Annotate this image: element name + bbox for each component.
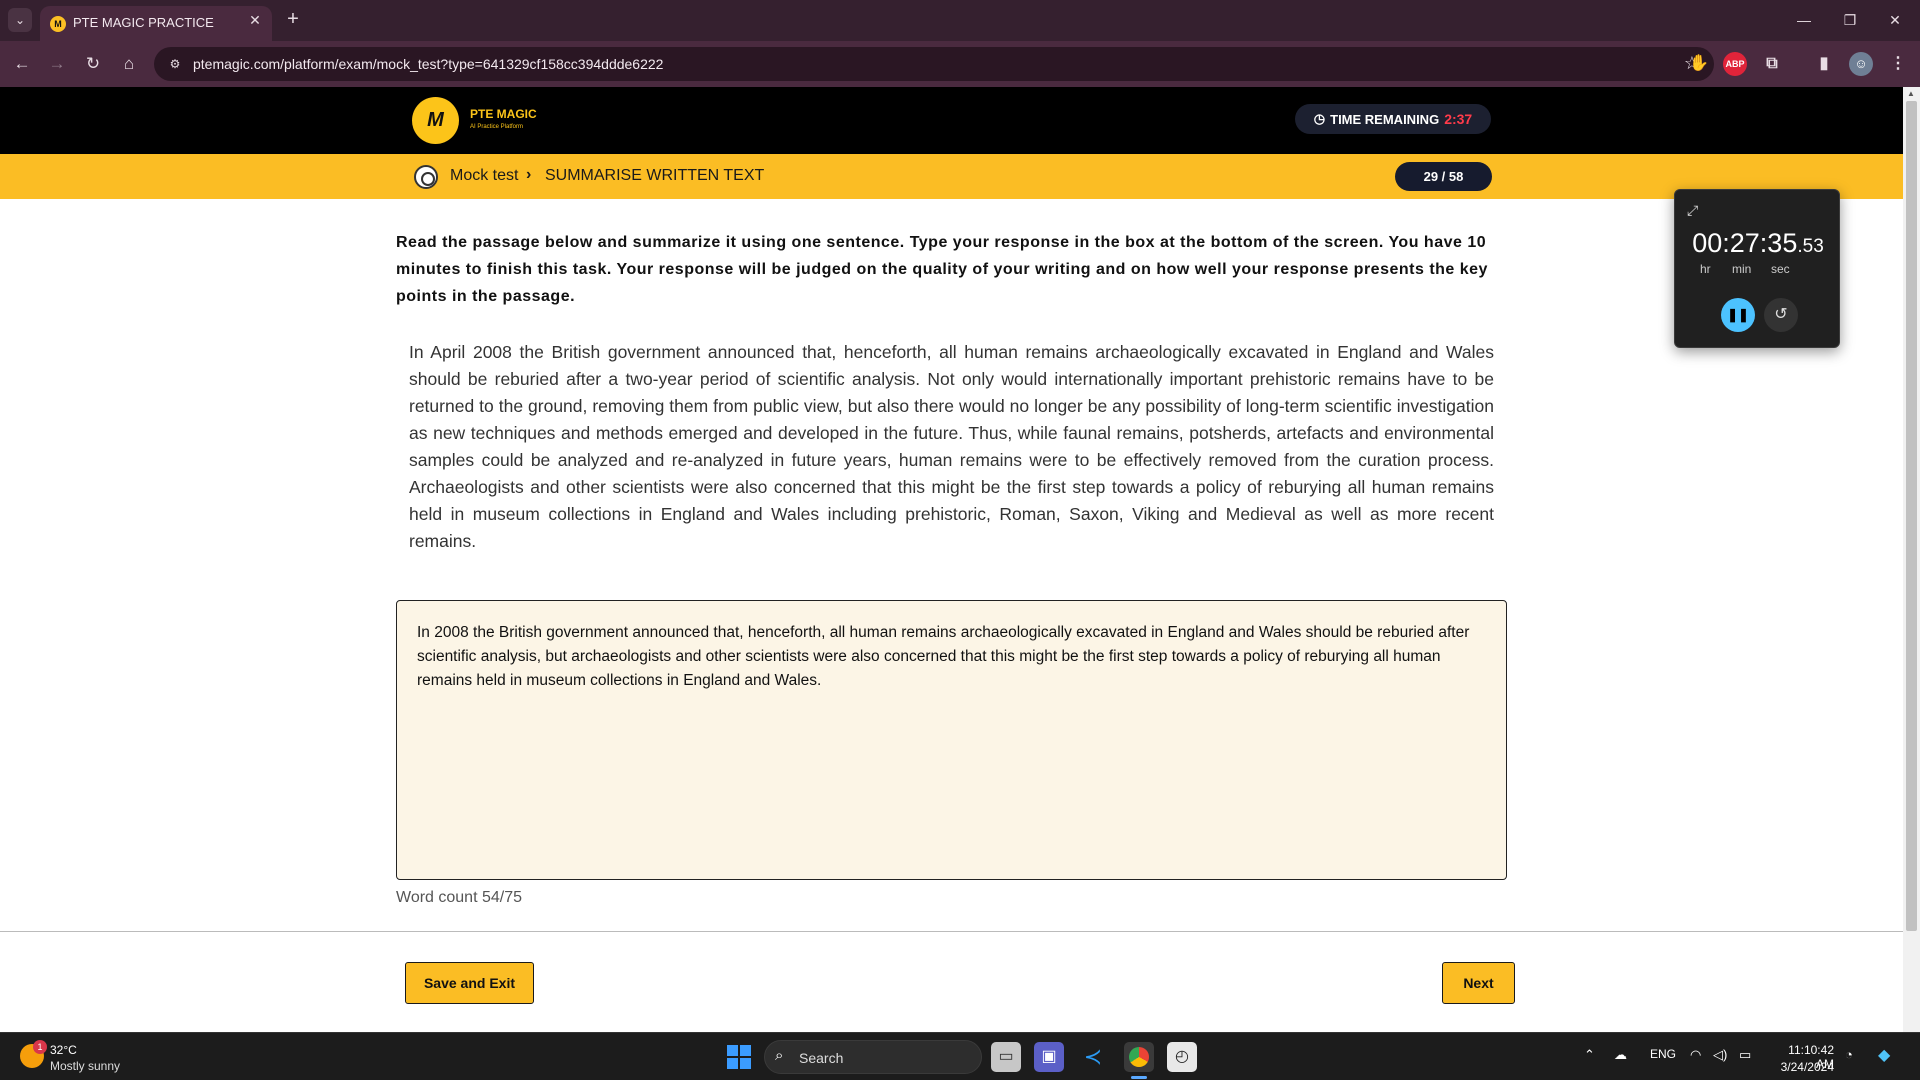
stopwatch-time: 00:27:35.53 — [1675, 228, 1841, 259]
reading-passage: In April 2008 the British government ann… — [409, 342, 1494, 551]
logo-icon[interactable]: M — [412, 97, 459, 144]
footer-divider — [0, 931, 1903, 932]
time-remaining-label: TIME REMAINING — [1330, 111, 1440, 127]
start-windows-icon[interactable] — [727, 1045, 751, 1069]
chevron-right-icon: › — [526, 166, 532, 183]
reset-icon[interactable]: ↺ — [1764, 298, 1798, 332]
stopwatch-unit-sec: sec — [1771, 262, 1790, 276]
tray-overflow-icon[interactable]: ⌃ — [1584, 1047, 1595, 1063]
tab-close-icon[interactable]: ✕ — [246, 11, 264, 29]
extensions-puzzle-icon[interactable]: ⧉ — [1760, 52, 1784, 76]
menu-kebab-icon[interactable]: ⋮ — [1886, 52, 1910, 76]
task-instructions: Read the passage below and summarize it … — [396, 234, 1488, 305]
chevron-down-icon: ⌄ — [14, 13, 26, 27]
adblock-extension-icon[interactable]: ABP — [1723, 52, 1747, 76]
question-progress-badge: 29 / 58 — [1395, 162, 1492, 191]
browser-tab-bar: ⌄ M PTE MAGIC PRACTICE ✕ + — ❐ ✕ — [0, 0, 1920, 41]
onedrive-cloud-icon[interactable]: ☁ — [1614, 1047, 1627, 1063]
hand-extension-icon[interactable]: ✋ — [1687, 52, 1711, 76]
browser-toolbar: ← → ↻ ⌂ ⚙ ptemagic.com/platform/exam/moc… — [0, 41, 1920, 87]
copilot-icon[interactable]: ◆ — [1878, 1045, 1890, 1065]
site-info-icon[interactable]: ⚙ — [166, 55, 184, 73]
response-textarea[interactable]: In 2008 the British government announced… — [396, 600, 1507, 880]
search-icon: ⌕ — [775, 1047, 784, 1064]
back-icon[interactable]: ← — [9, 51, 35, 77]
home-icon[interactable]: ⌂ — [116, 51, 142, 77]
browser-tab[interactable]: M PTE MAGIC PRACTICE ✕ — [40, 6, 272, 41]
scroll-up-icon[interactable]: ▲ — [1907, 89, 1915, 98]
taskbar-clock-date[interactable]: 3/24/2024 — [1770, 1060, 1834, 1074]
taskbar-search[interactable]: ⌕ Search — [764, 1040, 982, 1074]
battery-icon[interactable]: ▭ — [1739, 1047, 1751, 1063]
teams-icon[interactable]: ▣ — [1034, 1042, 1064, 1072]
logo-subtitle: AI Practice Platform — [470, 124, 524, 130]
weather-notification-badge: 1 — [33, 1040, 47, 1054]
logo-text: PTE MAGIC — [470, 107, 537, 121]
tab-title: PTE MAGIC PRACTICE — [73, 15, 214, 30]
reload-icon[interactable]: ↻ — [80, 51, 106, 77]
language-indicator[interactable]: ENG — [1650, 1047, 1676, 1061]
stopwatch-unit-min: min — [1732, 262, 1752, 276]
notification-bell-icon[interactable]: ◔ — [1845, 1047, 1853, 1062]
favicon-icon: M — [50, 16, 66, 32]
active-app-indicator — [1131, 1076, 1147, 1079]
restore-icon[interactable]: ❐ — [1835, 8, 1865, 32]
word-count: Word count 54/75 — [396, 889, 523, 906]
stopwatch-milliseconds: .53 — [1797, 236, 1824, 257]
forward-icon[interactable]: → — [44, 51, 70, 77]
expand-icon[interactable]: ⤢ — [1687, 202, 1698, 219]
target-icon — [414, 165, 438, 189]
side-panel-icon[interactable]: ▮ — [1812, 52, 1836, 76]
weather-temperature: 32°C — [50, 1043, 77, 1057]
clock-icon: ◷ — [1313, 111, 1326, 126]
site-header: M PTE MAGIC AI Practice Platform ◷ TIME … — [0, 87, 1903, 154]
page-scrollbar[interactable]: ▲ — [1903, 87, 1920, 1032]
wifi-icon[interactable]: ◠ — [1690, 1047, 1701, 1063]
next-button[interactable]: Next — [1442, 962, 1515, 1004]
breadcrumb: Mock test › SUMMARISE WRITTEN TEXT 29 / … — [0, 154, 1903, 199]
taskbar-search-placeholder: Search — [799, 1050, 844, 1066]
vscode-icon[interactable]: ≺ — [1078, 1042, 1108, 1072]
stopwatch-main-time: 00:27:35 — [1692, 228, 1798, 258]
pause-icon[interactable]: ❚❚ — [1721, 298, 1755, 332]
stopwatch-unit-hr: hr — [1700, 262, 1711, 276]
profile-avatar-icon[interactable]: ☺ — [1849, 52, 1873, 76]
address-bar[interactable]: ⚙ ptemagic.com/platform/exam/mock_test?t… — [154, 47, 1714, 81]
stopwatch-widget: ⤢ 00:27:35.53 hr min sec ❚❚ ↺ — [1674, 189, 1840, 348]
tab-list-button[interactable]: ⌄ — [8, 8, 32, 32]
new-tab-button[interactable]: + — [282, 9, 304, 31]
url-text: ptemagic.com/platform/exam/mock_test?typ… — [193, 56, 664, 72]
save-and-exit-button[interactable]: Save and Exit — [405, 962, 534, 1004]
file-explorer-icon[interactable]: ▭ — [991, 1042, 1021, 1072]
chrome-icon[interactable] — [1124, 1042, 1154, 1072]
window-close-icon[interactable]: ✕ — [1880, 8, 1910, 32]
volume-icon[interactable]: ◁) — [1713, 1047, 1727, 1063]
weather-description: Mostly sunny — [50, 1059, 121, 1073]
scrollbar-thumb[interactable] — [1906, 101, 1917, 931]
time-remaining-value: 2:37 — [1444, 111, 1473, 127]
minimize-icon[interactable]: — — [1789, 8, 1819, 32]
windows-taskbar: 1 32°C Mostly sunny ⌕ Search ▭ ▣ ≺ ◴ ⌃ ☁… — [0, 1032, 1920, 1080]
time-remaining-badge: ◷ TIME REMAINING 2:37 — [1295, 104, 1491, 134]
breadcrumb-mock-test[interactable]: Mock test — [450, 167, 518, 185]
breadcrumb-current-task: SUMMARISE WRITTEN TEXT — [545, 167, 765, 184]
clock-app-icon[interactable]: ◴ — [1167, 1042, 1197, 1072]
